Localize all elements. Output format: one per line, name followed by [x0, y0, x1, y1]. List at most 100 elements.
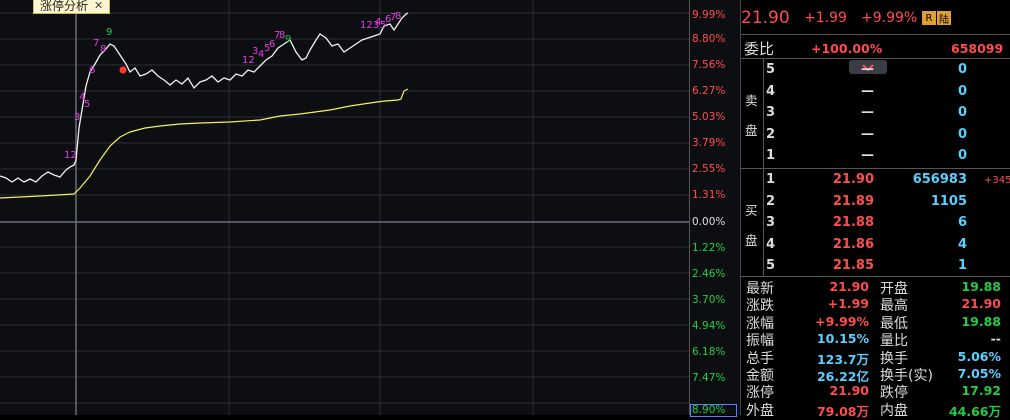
order-price: 21.90	[832, 172, 874, 187]
weibi-pct: +100.00%	[811, 41, 883, 56]
stat-value: 10.15%	[816, 331, 869, 347]
order-volume: 0	[957, 105, 967, 120]
divider	[741, 168, 1010, 169]
order-level: 3	[766, 215, 776, 230]
axis-label: 3.79%	[692, 137, 726, 149]
chart-canvas	[0, 0, 690, 415]
axis-label: 9.99%	[692, 9, 726, 21]
chart-mark-label: 12	[64, 150, 77, 161]
order-volume: 4	[957, 236, 967, 252]
divider	[741, 276, 1010, 277]
order-row[interactable]: 5 21.85 1	[741, 258, 1010, 278]
order-volume: 1105	[930, 193, 967, 209]
axis-label: 2.46%	[692, 268, 726, 280]
chart-mark-label: 8	[395, 11, 402, 22]
order-level: 3	[766, 105, 776, 120]
order-volume: 0	[957, 126, 967, 142]
stat-value: 44.66万	[948, 403, 1001, 419]
order-volume: 656983	[912, 172, 967, 187]
tab-limit-up-analysis[interactable]: 涨停分析 ✕	[33, 0, 111, 14]
order-row[interactable]: 2 — 0	[741, 127, 1010, 147]
order-price: 21.88	[832, 215, 874, 230]
last-price: 21.90	[741, 8, 790, 28]
order-level: 4	[766, 83, 776, 99]
stat-label: 内盘	[880, 402, 908, 419]
axis-label: 5.03%	[692, 111, 726, 123]
order-level: 2	[766, 193, 776, 209]
chart-mark-label: 7	[93, 38, 100, 49]
axis-label: 8.80%	[692, 33, 726, 45]
r-badge-icon[interactable]: R	[922, 11, 936, 25]
chart-mark-label: 6	[89, 65, 96, 76]
order-price: 21.89	[832, 193, 874, 209]
intraday-chart[interactable]: 涨停分析 ✕ 12 3 4 5 6 7 8 9 12 3 4 5 6 7 8 9 123 4 5 6 7 8 9.99% 8…	[0, 0, 740, 417]
divider	[741, 34, 1010, 35]
order-price: 21.86	[832, 236, 874, 252]
order-level: 4	[766, 236, 776, 252]
divider	[741, 58, 1010, 59]
order-row[interactable]: 3 21.88 6	[741, 215, 1010, 235]
order-volume: 6	[957, 215, 967, 230]
chart-mark-label: 3	[74, 112, 81, 123]
order-row[interactable]: 4 — 0	[741, 84, 1010, 104]
stat-value: +9.99%	[815, 313, 869, 329]
chart-mark-label: 9	[106, 27, 113, 38]
stat-value: 123.7万	[816, 351, 869, 367]
order-level: 5	[766, 258, 776, 273]
axis-label: 1.31%	[692, 189, 726, 201]
tab-label: 涨停分析	[40, 0, 89, 13]
order-row[interactable]: 1 — 0	[741, 148, 1010, 168]
stat-value: 7.05%	[957, 366, 1001, 381]
axis-label: 3.70%	[692, 294, 726, 306]
axis-label: 0.00%	[692, 216, 726, 228]
axis-label: 6.18%	[692, 346, 726, 358]
stat-value: 79.08万	[816, 403, 869, 419]
chart-mark-label: 8	[100, 44, 107, 55]
order-delta: +345	[984, 175, 1010, 186]
order-row[interactable]: 1 21.90 656983 +345	[741, 172, 1010, 192]
order-level: 1	[766, 172, 776, 187]
stat-value: 5.06%	[957, 348, 1001, 364]
axis-label: 1.22%	[692, 242, 726, 254]
stat-value: 21.90	[829, 383, 869, 399]
order-volume: 0	[957, 62, 967, 77]
weibi-diff: 658099	[951, 41, 1004, 56]
order-volume: 1	[957, 258, 967, 273]
axis-label: 4.94%	[692, 320, 726, 332]
signal-dot	[119, 66, 127, 74]
price-line	[0, 12, 409, 183]
order-level: 1	[766, 148, 776, 163]
stat-label: 外盘	[746, 402, 774, 419]
order-row[interactable]: 2 21.89 1105	[741, 194, 1010, 214]
stat-value: --	[990, 331, 1001, 347]
order-level: 2	[766, 126, 776, 142]
order-price: —	[861, 148, 874, 163]
order-volume: 0	[957, 83, 967, 99]
axis-label: 6.27%	[692, 85, 726, 97]
axis-label: 7.56%	[692, 59, 726, 71]
lu-badge-icon[interactable]: 陆	[937, 11, 951, 26]
stat-value: 21.90	[829, 279, 869, 294]
order-price: —	[861, 83, 874, 99]
order-price: —	[861, 126, 874, 142]
chart-mark-label: 9	[285, 34, 292, 45]
axis-cursor-box	[690, 404, 737, 417]
stat-value: 19.88	[961, 279, 1001, 294]
order-price: 21.85	[832, 258, 874, 273]
order-row[interactable]: 5 — 0	[741, 62, 1010, 82]
order-row[interactable]: 3 — 0	[741, 105, 1010, 125]
order-price: —	[861, 62, 874, 77]
quote-panel: 21.90 +1.99 +9.99% R 陆 委比 +100.00% 65809…	[740, 0, 1010, 419]
chart-mark-label: 5	[84, 99, 91, 110]
stat-value: 26.22亿	[816, 369, 869, 384]
axis-label: 2.55%	[692, 163, 726, 175]
order-volume: 0	[957, 148, 967, 163]
order-row[interactable]: 4 21.86 4	[741, 237, 1010, 257]
stat-value: 21.90	[961, 296, 1001, 312]
stat-value: +1.99	[827, 296, 869, 312]
close-icon[interactable]: ✕	[94, 0, 103, 12]
stat-value: 17.92	[961, 383, 1001, 399]
order-price: —	[861, 105, 874, 120]
stat-value: 19.88	[961, 313, 1001, 329]
axis-label: 7.47%	[692, 372, 726, 384]
